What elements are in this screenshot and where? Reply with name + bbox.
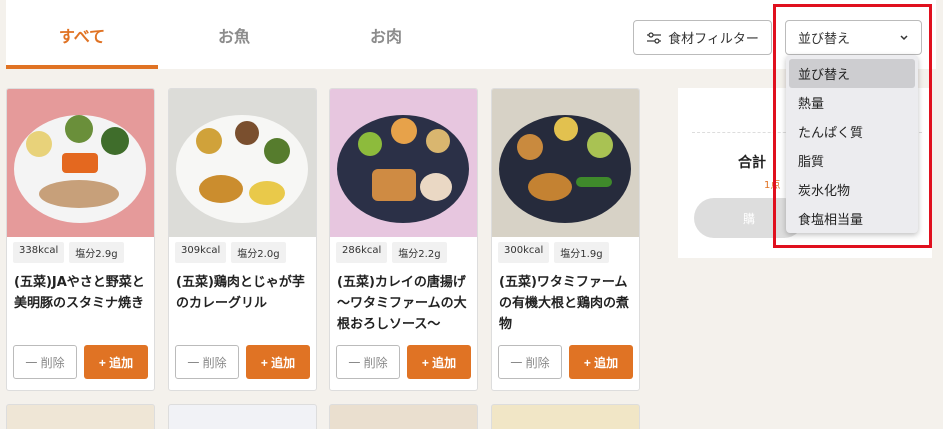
tab-meat[interactable]: お肉: [310, 0, 462, 69]
ingredient-filter-button[interactable]: 食材フィルター: [633, 20, 772, 55]
add-button[interactable]: + 追加: [246, 345, 310, 379]
total-label: 合計: [738, 155, 766, 171]
item-count: 1点: [764, 180, 781, 191]
sort-option-fat[interactable]: 脂質: [789, 146, 915, 175]
product-photo: [492, 89, 639, 237]
remove-button[interactable]: 一 削除: [175, 345, 239, 379]
add-button[interactable]: + 追加: [407, 345, 471, 379]
tab-all[interactable]: すべて: [6, 0, 158, 69]
filter-label: 食材フィルター: [668, 32, 759, 47]
salt-badge: 塩分2.2g: [392, 242, 447, 263]
chevron-down-icon: [900, 35, 908, 41]
add-button[interactable]: + 追加: [569, 345, 633, 379]
product-title[interactable]: (五菜)JAやさと野菜と美明豚のスタミナ焼き: [14, 272, 149, 314]
calorie-badge: 338kcal: [13, 242, 65, 263]
tab-fish[interactable]: お魚: [158, 0, 310, 69]
sliders-icon: [647, 31, 662, 44]
remove-button[interactable]: 一 削除: [13, 345, 77, 379]
product-title[interactable]: (五菜)カレイの唐揚げ～ワタミファームの大根おろしソース～: [337, 272, 472, 335]
sort-option-salt[interactable]: 食塩相当量: [789, 204, 915, 233]
product-card-partial: [168, 404, 317, 429]
salt-badge: 塩分2.9g: [69, 242, 124, 263]
sort-select[interactable]: 並び替え: [785, 20, 922, 55]
product-photo: [330, 89, 477, 237]
sort-option-protein[interactable]: たんぱく質: [789, 117, 915, 146]
salt-badge: 塩分1.9g: [554, 242, 609, 263]
product-card-partial: [329, 404, 478, 429]
product-title[interactable]: (五菜)鶏肉とじゃが芋のカレーグリル: [176, 272, 311, 314]
calorie-badge: 309kcal: [175, 242, 227, 263]
product-photo: [169, 89, 316, 237]
remove-button[interactable]: 一 削除: [336, 345, 400, 379]
sort-option-calories[interactable]: 熱量: [789, 88, 915, 117]
product-card: 309kcal 塩分2.0g (五菜)鶏肉とじゃが芋のカレーグリル 一 削除 +…: [168, 88, 317, 391]
sort-option-carbs[interactable]: 炭水化物: [789, 175, 915, 204]
product-card-partial: [6, 404, 155, 429]
product-card: 286kcal 塩分2.2g (五菜)カレイの唐揚げ～ワタミファームの大根おろし…: [329, 88, 478, 391]
product-photo: [7, 89, 154, 237]
salt-badge: 塩分2.0g: [231, 242, 286, 263]
remove-button[interactable]: 一 削除: [498, 345, 562, 379]
product-card: 338kcal 塩分2.9g (五菜)JAやさと野菜と美明豚のスタミナ焼き 一 …: [6, 88, 155, 391]
sort-dropdown-menu: 並び替え 熱量 たんぱく質 脂質 炭水化物 食塩相当量: [786, 55, 918, 233]
calorie-badge: 286kcal: [336, 242, 388, 263]
sort-option-default[interactable]: 並び替え: [789, 59, 915, 88]
product-card: 300kcal 塩分1.9g (五菜)ワタミファームの有機大根と鶏肉の煮物 一 …: [491, 88, 640, 391]
product-title[interactable]: (五菜)ワタミファームの有機大根と鶏肉の煮物: [499, 272, 634, 335]
add-button[interactable]: + 追加: [84, 345, 148, 379]
calorie-badge: 300kcal: [498, 242, 550, 263]
sort-selected-value: 並び替え: [798, 32, 851, 47]
product-card-partial: [491, 404, 640, 429]
